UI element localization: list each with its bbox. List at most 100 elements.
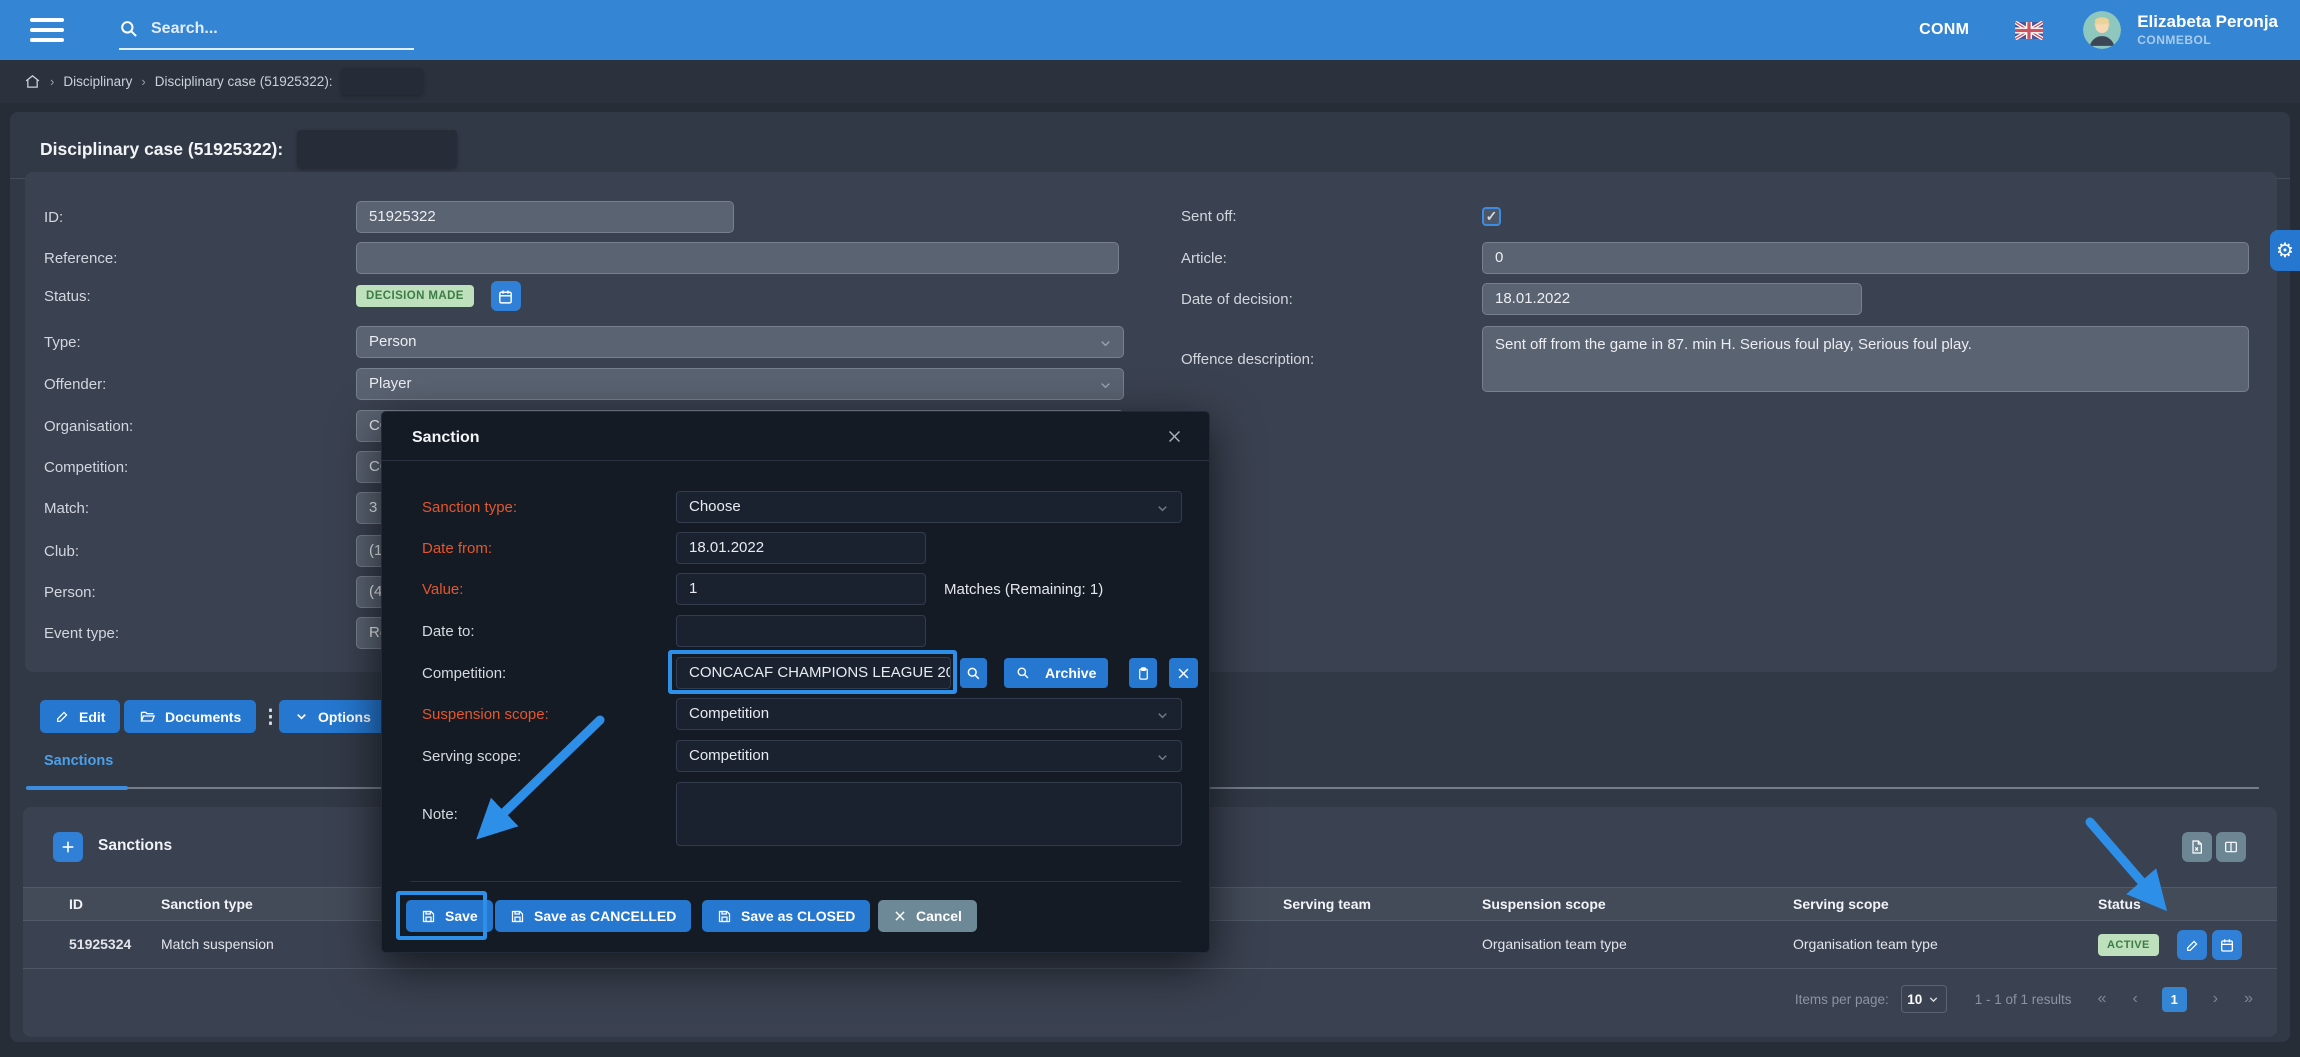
- breadcrumb-item-case[interactable]: Disciplinary case (51925322):: [155, 74, 333, 89]
- label-suspension-scope: Suspension scope:: [422, 706, 676, 723]
- value-suffix: Matches (Remaining: 1): [944, 581, 1103, 598]
- pencil-icon: [55, 709, 70, 724]
- row-status-badge: ACTIVE: [2098, 934, 2159, 956]
- edit-button[interactable]: Edit: [40, 700, 120, 733]
- plus-icon: [60, 839, 76, 855]
- topbar-right: CONM Elizab: [1919, 11, 2278, 49]
- user-block[interactable]: Elizabeta Peronja CONMEBOL: [2137, 12, 2278, 47]
- chevron-down-icon: [1927, 993, 1940, 1006]
- divider: [410, 881, 1181, 882]
- decision-date-field[interactable]: 18.01.2022: [1482, 283, 1862, 315]
- col-header-id[interactable]: ID: [69, 896, 83, 912]
- suspension-scope-select[interactable]: Competition: [676, 698, 1182, 730]
- chevron-down-icon: [1098, 336, 1113, 351]
- col-header-suspension-scope[interactable]: Suspension scope: [1482, 896, 1606, 912]
- save-as-cancelled-button[interactable]: Save as CANCELLED: [495, 900, 691, 932]
- topbar: CONM Elizab: [0, 0, 2300, 60]
- status-badge: DECISION MADE: [356, 285, 474, 307]
- id-field[interactable]: 51925322: [356, 201, 734, 233]
- label-value: Value:: [422, 581, 676, 598]
- date-from-input[interactable]: 18.01.2022: [676, 532, 926, 564]
- pagination-first-button[interactable]: «: [2098, 990, 2107, 1008]
- modal-close-icon[interactable]: [1166, 428, 1183, 445]
- home-icon[interactable]: [24, 73, 41, 90]
- calendar-icon: [497, 288, 514, 305]
- archive-search-button[interactable]: Archive: [1004, 658, 1108, 688]
- save-icon: [510, 909, 525, 924]
- competition-search-button[interactable]: [960, 658, 987, 688]
- divider: [382, 460, 1209, 461]
- options-button[interactable]: Options: [279, 700, 386, 733]
- menu-icon[interactable]: [30, 18, 64, 42]
- sent-off-checkbox[interactable]: ✓: [1482, 207, 1501, 226]
- status-history-button[interactable]: [491, 281, 521, 311]
- pagination-range: 1 - 1 of 1 results: [1975, 992, 2072, 1007]
- type-select[interactable]: Person: [356, 326, 1124, 358]
- label-date-from: Date from:: [422, 540, 676, 557]
- article-field[interactable]: 0: [1482, 242, 2249, 274]
- breadcrumb-item-disciplinary[interactable]: Disciplinary: [63, 74, 132, 89]
- tab-sanctions[interactable]: Sanctions: [44, 753, 113, 769]
- note-textarea[interactable]: [676, 782, 1182, 846]
- col-header-status[interactable]: Status: [2098, 896, 2141, 912]
- field-label-person: Person:: [44, 584, 356, 601]
- label-note: Note:: [422, 806, 676, 823]
- add-sanction-button[interactable]: [53, 832, 83, 862]
- export-excel-button[interactable]: [2182, 832, 2212, 862]
- competition-input[interactable]: CONCACAF CHAMPIONS LEAGUE 2021: [676, 657, 951, 689]
- items-per-page-select[interactable]: 10: [1901, 985, 1947, 1013]
- col-header-serving-scope[interactable]: Serving scope: [1793, 896, 1889, 912]
- chevron-down-icon: [1155, 708, 1170, 723]
- org-code-label[interactable]: CONM: [1919, 21, 1969, 39]
- chevron-down-icon: [294, 709, 309, 724]
- field-label-article: Article:: [1181, 250, 1482, 267]
- field-label-id: ID:: [44, 209, 356, 226]
- clipboard-icon: [1136, 666, 1151, 681]
- pagination-next-button[interactable]: ›: [2213, 990, 2218, 1008]
- offence-description-field[interactable]: Sent off from the game in 87. min H. Ser…: [1482, 326, 2249, 392]
- pagination-page-1[interactable]: 1: [2162, 987, 2187, 1012]
- cell-sanction-type: Match suspension: [161, 936, 274, 952]
- paste-button[interactable]: [1129, 658, 1157, 688]
- global-search: [119, 10, 414, 50]
- settings-panel-toggle[interactable]: ⚙: [2270, 230, 2300, 271]
- columns-toggle-button[interactable]: [2216, 832, 2246, 862]
- close-icon: [893, 909, 907, 923]
- field-label-event-type: Event type:: [44, 625, 356, 642]
- more-actions-icon[interactable]: ⋮: [261, 706, 280, 729]
- pagination-prev-button[interactable]: ‹: [2132, 990, 2137, 1008]
- save-as-closed-button[interactable]: Save as CLOSED: [702, 900, 870, 932]
- redacted-box: [297, 130, 457, 168]
- tab-active-indicator: [26, 786, 128, 790]
- pencil-icon: [2185, 938, 2200, 953]
- folder-icon: [139, 709, 156, 725]
- sanction-type-select[interactable]: Choose: [676, 491, 1182, 523]
- cancel-button[interactable]: Cancel: [878, 900, 977, 932]
- file-export-icon: [2189, 839, 2205, 855]
- documents-button[interactable]: Documents: [124, 700, 256, 733]
- save-button[interactable]: Save: [406, 900, 493, 932]
- chevron-down-icon: [1098, 378, 1113, 393]
- chevron-down-icon: [1155, 501, 1170, 516]
- date-to-input[interactable]: [676, 615, 926, 647]
- user-organisation: CONMEBOL: [2137, 34, 2278, 48]
- row-edit-button[interactable]: [2177, 930, 2207, 960]
- col-header-serving-team[interactable]: Serving team: [1283, 896, 1371, 912]
- chevron-down-icon: [1155, 750, 1170, 765]
- language-flag-icon[interactable]: [2015, 21, 2043, 40]
- breadcrumb-separator: ›: [141, 74, 145, 89]
- search-input[interactable]: [151, 20, 381, 38]
- user-name: Elizabeta Peronja: [2137, 12, 2278, 32]
- serving-scope-select[interactable]: Competition: [676, 740, 1182, 772]
- avatar[interactable]: [2083, 11, 2121, 49]
- offender-select[interactable]: Player: [356, 368, 1124, 400]
- value-input[interactable]: 1: [676, 573, 926, 605]
- pagination-last-button[interactable]: »: [2244, 990, 2253, 1008]
- col-header-sanction-type[interactable]: Sanction type: [161, 896, 253, 912]
- clear-competition-button[interactable]: [1169, 658, 1198, 688]
- reference-field[interactable]: [356, 242, 1119, 274]
- row-history-button[interactable]: [2212, 930, 2242, 960]
- search-icon: [966, 666, 981, 681]
- breadcrumb: › Disciplinary › Disciplinary case (5192…: [0, 60, 2300, 103]
- field-label-club: Club:: [44, 543, 356, 560]
